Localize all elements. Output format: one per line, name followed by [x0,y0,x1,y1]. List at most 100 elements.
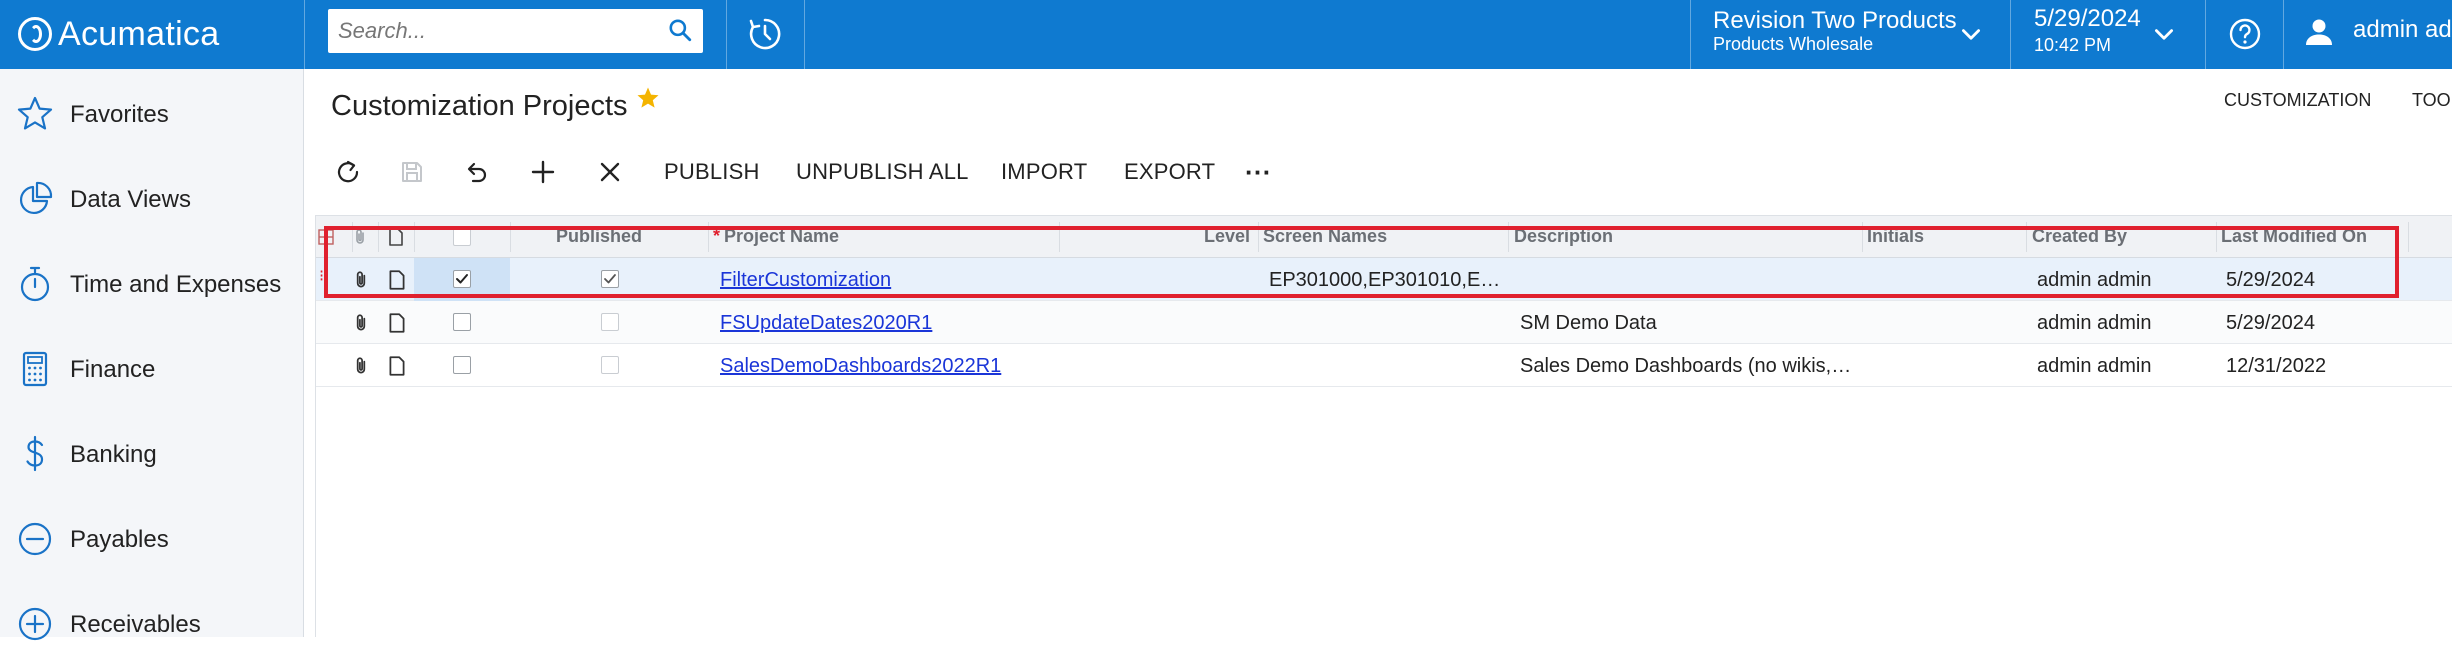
grid-header: Published * Project Name Level Screen Na… [316,216,2452,258]
user-icon [2306,19,2332,45]
business-time: 10:42 PM [2034,35,2112,55]
last-modified-cell: 5/29/2024 [2226,312,2315,334]
business-date: 5/29/2024 [2034,5,2141,32]
pie-chart-icon [20,181,53,214]
select-all-checkbox[interactable] [453,228,471,246]
published-checkbox[interactable] [601,313,619,331]
nav-customization[interactable]: CUSTOMIZATION [2224,90,2371,111]
refresh-icon [337,160,359,183]
undo-icon [467,162,487,183]
add-button[interactable] [523,150,563,194]
col-header-project-name[interactable]: Project Name [724,226,839,247]
sidebar-item-payables[interactable]: Payables [0,506,303,566]
table-row[interactable]: ⁝ FilterCustomization EP301000,EP301010,… [316,258,2452,301]
nav-tools[interactable]: TOOLS [2412,90,2452,111]
attachment-icon[interactable] [350,269,372,291]
publish-label: PUBLISH [664,159,760,184]
topbar-divider [2205,0,2206,69]
created-by-cell: admin admin [2037,312,2152,334]
unpublish-all-label: UNPUBLISH ALL [796,159,969,184]
created-by-cell: admin admin [2037,269,2152,291]
help-icon[interactable] [2225,14,2265,54]
sidebar-item-finance[interactable]: Finance [0,336,303,396]
logo-text: Acumatica [58,14,220,53]
col-header-description[interactable]: Description [1514,226,1613,247]
projects-grid: Published * Project Name Level Screen Na… [315,215,2452,637]
col-header-initials[interactable]: Initials [1867,226,1924,247]
undo-button[interactable] [456,150,496,194]
table-row[interactable]: SalesDemoDashboards2022R1 Sales Demo Das… [316,344,2452,387]
favorite-star-icon[interactable] [636,86,660,110]
search-icon[interactable] [667,17,693,43]
required-mark: * [713,226,721,246]
col-header-level[interactable]: Level [1204,226,1250,247]
sidebar: Favorites Data Views Time and Expenses F… [0,69,304,641]
description-cell: Sales Demo Dashboards (no wikis,… [1520,355,1852,377]
sidebar-item-favorites[interactable]: Favorites [0,81,303,141]
unpublish-all-button[interactable]: UNPUBLISH ALL [796,150,969,194]
chevron-down-icon[interactable] [1958,22,1984,48]
sidebar-item-label: Payables [70,526,169,553]
col-header-screen-names[interactable]: Screen Names [1263,226,1387,247]
search-input[interactable] [328,9,658,53]
business-date-selector[interactable]: 5/29/2024 10:42 PM [2011,0,2206,69]
search-box [328,9,703,53]
company-branch: Products Wholesale [1713,34,1874,54]
created-by-cell: admin admin [2037,355,2152,377]
project-name-link[interactable]: FSUpdateDates2020R1 [720,312,932,335]
screen-names-cell: EP301000,EP301010,E… [1269,269,1501,291]
import-button[interactable]: IMPORT [1001,150,1087,194]
published-checkbox[interactable] [601,270,619,288]
attachment-icon[interactable] [350,312,372,334]
chevron-down-icon[interactable] [2151,22,2177,48]
delete-button[interactable] [590,150,630,194]
page-title: Customization Projects [331,90,628,122]
row-select-checkbox[interactable] [453,313,471,331]
col-header-created-by[interactable]: Created By [2032,226,2127,247]
top-bar: Acumatica Revision Two Products Products… [0,0,2452,69]
sidebar-item-data-views[interactable]: Data Views [0,166,303,226]
last-modified-cell: 5/29/2024 [2226,269,2315,291]
description-cell: SM Demo Data [1520,312,1657,334]
save-icon [402,162,422,182]
user-name: admin admin [2353,16,2452,43]
row-select-checkbox[interactable] [453,356,471,374]
grid-settings-icon[interactable] [318,229,334,245]
row-indicator: ⁝ [319,268,325,285]
refresh-button[interactable] [328,150,368,194]
minus-circle-icon [18,522,52,556]
project-name-link[interactable]: FilterCustomization [720,269,891,292]
note-icon[interactable] [386,269,408,291]
attachment-header-icon [356,229,364,244]
close-icon [600,162,620,182]
company-name: Revision Two Products [1713,7,1957,34]
save-button[interactable] [392,150,432,194]
more-button[interactable]: ··· [1245,150,1272,194]
note-icon[interactable] [386,312,408,334]
note-icon[interactable] [386,355,408,377]
table-row[interactable]: FSUpdateDates2020R1 SM Demo Data admin a… [316,301,2452,344]
published-checkbox[interactable] [601,356,619,374]
sidebar-item-label: Banking [70,441,157,468]
col-header-last-modified-on[interactable]: Last Modified On [2221,226,2367,247]
sidebar-item-label: Finance [70,356,156,383]
note-header-icon [389,228,403,246]
sidebar-item-banking[interactable]: Banking [0,421,303,481]
attachment-icon[interactable] [350,355,372,377]
sidebar-item-receivables[interactable]: Receivables [0,591,303,651]
publish-button[interactable]: PUBLISH [664,150,760,194]
acumatica-logo[interactable]: Acumatica [18,12,219,56]
row-select-checkbox[interactable] [453,270,471,288]
user-menu[interactable]: admin admin [2283,0,2452,69]
history-icon[interactable] [745,14,785,54]
topbar-divider [804,0,805,69]
plus-circle-icon [18,607,52,641]
export-button[interactable]: EXPORT [1124,150,1215,194]
more-icon: ··· [1245,156,1272,187]
sidebar-item-time-and-expenses[interactable]: Time and Expenses [0,251,303,311]
topbar-divider [304,0,305,69]
project-name-link[interactable]: SalesDemoDashboards2022R1 [720,355,1001,378]
company-selector[interactable]: Revision Two Products Products Wholesale [1690,0,2010,69]
plus-icon [531,160,555,184]
col-header-published[interactable]: Published [556,226,642,247]
